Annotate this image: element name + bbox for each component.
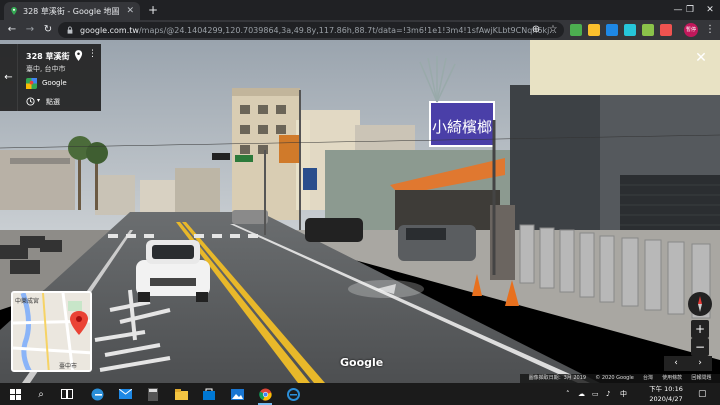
calculator-icon[interactable] <box>144 385 162 403</box>
url-path: /maps/@24.1404299,120.7039864,3a,49.8y,1… <box>138 25 557 35</box>
close-street-view-icon[interactable]: ✕ <box>693 50 709 66</box>
compass-icon[interactable] <box>688 292 712 316</box>
history-clock-icon[interactable] <box>26 97 35 106</box>
source-label: Google <box>42 79 67 87</box>
browser-menu-icon[interactable]: ⋮ <box>704 20 716 40</box>
tab-close-icon[interactable]: ✕ <box>126 6 134 16</box>
google-maps-logo-icon <box>26 78 37 89</box>
lock-icon <box>67 26 73 34</box>
street-view-panorama[interactable]: 小綺檳榔 <box>0 40 720 383</box>
address-bar[interactable]: google.com.tw/maps/@24.1404299,120.70398… <box>58 22 564 38</box>
cloud-icon[interactable]: ☁ <box>578 385 585 403</box>
more-options-icon[interactable]: ⋮ <box>88 49 97 59</box>
store-icon[interactable] <box>200 385 218 403</box>
search-icon[interactable]: ⌕ <box>32 385 50 403</box>
taskbar-clock[interactable]: 下午 10:16 2020/4/27 <box>644 384 688 404</box>
notification-icon[interactable]: ▢ <box>698 385 707 403</box>
report-problem-link[interactable]: 回報問題 <box>691 374 711 383</box>
ie-icon[interactable] <box>284 385 302 403</box>
window-close-icon[interactable]: ✕ <box>700 0 720 20</box>
terms-link[interactable]: 使用條款 <box>662 374 682 383</box>
maximize-icon[interactable]: ❐ <box>680 0 700 20</box>
volume-icon[interactable]: ♪ <box>606 385 610 403</box>
taskbar-time: 下午 10:16 <box>649 385 683 393</box>
windows-start-icon[interactable] <box>6 385 24 403</box>
browser-tab[interactable]: 328 草溪街 - Google 地圖 ✕ <box>4 2 140 20</box>
extension-icon[interactable] <box>624 24 636 36</box>
maps-pin-icon <box>11 7 17 15</box>
pan-right-icon[interactable]: › <box>688 356 712 371</box>
dropdown-caret-icon[interactable]: ▾ <box>37 97 40 104</box>
zoom-out-button[interactable]: − <box>691 338 709 356</box>
copyright-label: © 2020 Google <box>595 375 634 381</box>
google-watermark: Google <box>340 356 384 369</box>
photos-icon[interactable] <box>228 385 246 403</box>
tray-chevron-icon[interactable]: ˄ <box>566 385 570 403</box>
screen: 328 草溪街 - Google 地圖 ✕ + — ❐ ✕ ← → ↻ goog… <box>0 0 720 405</box>
file-explorer-icon[interactable] <box>172 385 190 403</box>
extension-icon[interactable] <box>570 24 582 36</box>
zoom-in-button[interactable]: + <box>691 320 709 338</box>
pan-left-icon[interactable]: ‹ <box>664 356 688 371</box>
location-info-card: ← 328 草溪街 臺中, 台中市 ⋮ Google ▾ 點選 <box>0 44 101 111</box>
car-graphic <box>136 240 210 302</box>
mail-icon[interactable] <box>116 385 134 403</box>
minimap-label-top: 中樂成宮 <box>15 298 40 305</box>
bookmark-star-icon[interactable]: ☆ <box>545 20 561 40</box>
chrome-icon[interactable] <box>256 385 274 405</box>
address-title: 328 草溪街 <box>26 52 70 61</box>
history-label[interactable]: 點選 <box>46 97 60 107</box>
city-label: 臺中, 台中市 <box>26 65 66 73</box>
taskbar-date: 2020/4/27 <box>649 395 683 403</box>
region-link[interactable]: 台灣 <box>643 374 653 383</box>
network-icon[interactable]: ▭ <box>592 385 599 403</box>
map-footer: 圖像擷取日期：3月 2019 © 2020 Google 台灣 使用條款 回報問… <box>520 374 720 383</box>
extension-icon[interactable] <box>606 24 618 36</box>
location-pin-icon[interactable] <box>74 50 83 61</box>
back-icon[interactable]: ← <box>4 20 20 40</box>
extension-icon[interactable] <box>588 24 600 36</box>
tab-strip: 328 草溪街 - Google 地圖 ✕ + — ❐ ✕ <box>0 0 720 20</box>
minimap[interactable]: 中樂成宮 臺中市 <box>11 291 92 372</box>
minimap-label-bottom: 臺中市 <box>59 363 78 370</box>
extension-icon[interactable] <box>642 24 654 36</box>
tab-title: 328 草溪街 - Google 地圖 <box>23 6 120 16</box>
back-arrow-icon[interactable]: ← <box>0 44 18 111</box>
profile-avatar[interactable]: 暫停 <box>684 23 698 37</box>
pan-controls: ‹ › <box>664 356 712 371</box>
shop-sign-text: 小綺檳榔 <box>432 118 492 136</box>
reload-icon[interactable]: ↻ <box>40 20 56 40</box>
taskbar: ⌕ ˄ ☁ ▭ ♪ 中 ▢ <box>0 383 720 405</box>
street-scene-graphic: 小綺檳榔 <box>0 40 720 383</box>
forward-icon[interactable]: → <box>22 20 38 40</box>
extension-icon[interactable] <box>660 24 672 36</box>
new-tab-button[interactable]: + <box>146 2 160 18</box>
capture-date-label: 圖像擷取日期：3月 2019 <box>528 375 587 381</box>
url-host: google.com.tw <box>80 25 139 35</box>
edge-icon[interactable] <box>88 385 106 403</box>
task-view-icon[interactable] <box>58 385 76 403</box>
ime-indicator[interactable]: 中 <box>620 385 627 403</box>
location-icon[interactable]: ⊕ <box>528 20 544 40</box>
